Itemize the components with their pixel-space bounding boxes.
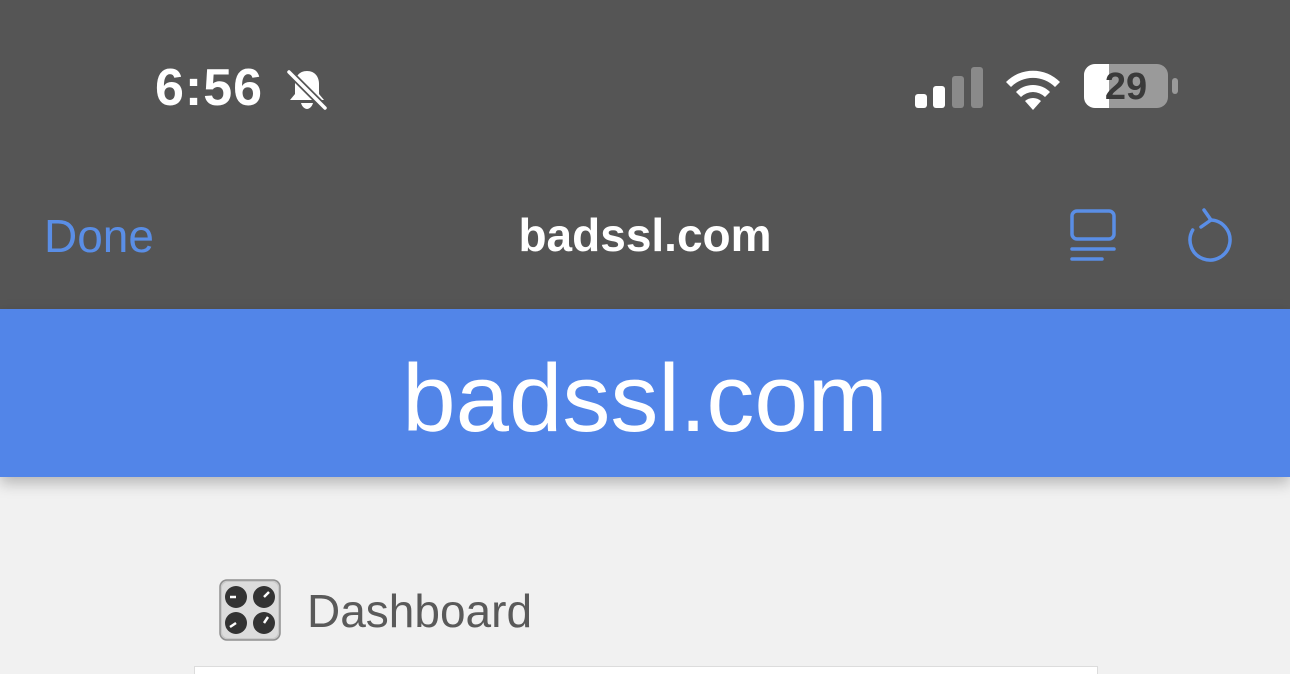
reader-icon[interactable] bbox=[1068, 208, 1118, 264]
cellular-signal-icon bbox=[915, 67, 983, 108]
browser-chrome: 6:56 29 Done badssl.com bbox=[0, 0, 1290, 309]
browser-screen: 6:56 29 Done badssl.com badssl.com Dashb… bbox=[0, 0, 1290, 674]
wifi-icon bbox=[1006, 70, 1060, 110]
reload-icon[interactable] bbox=[1184, 206, 1236, 264]
battery-level-text: 29 bbox=[1104, 66, 1148, 108]
page-header-banner: badssl.com bbox=[0, 309, 1290, 477]
bell-slash-icon bbox=[286, 69, 328, 111]
dashboard-heading: Dashboard bbox=[307, 585, 533, 637]
page-content: Dashboard bbox=[0, 477, 1290, 674]
content-card bbox=[194, 666, 1098, 674]
control-knobs-icon bbox=[219, 579, 281, 641]
page-title[interactable]: badssl.com bbox=[0, 347, 1290, 451]
status-time: 6:56 bbox=[155, 59, 264, 117]
